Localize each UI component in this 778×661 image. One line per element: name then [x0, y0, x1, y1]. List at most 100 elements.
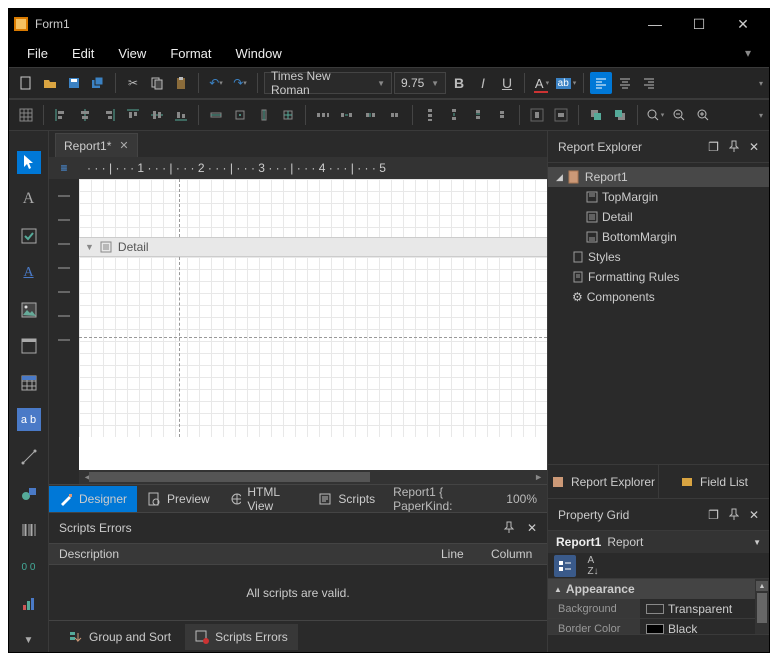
bring-front-icon[interactable] [585, 104, 607, 126]
pin-icon[interactable] [729, 140, 739, 154]
paste-icon[interactable] [170, 72, 192, 94]
ruler-corner-icon[interactable]: ≡ [49, 157, 79, 179]
panel-close-icon[interactable]: ✕ [527, 521, 537, 535]
minimize-button[interactable]: — [633, 10, 677, 38]
col-column[interactable]: Column [491, 547, 547, 561]
checkbox-tool-icon[interactable] [17, 225, 41, 248]
tab-field-list[interactable]: Field List [659, 465, 769, 498]
zoom-btn-icon[interactable]: ▾ [644, 104, 666, 126]
hsp-eq-icon[interactable] [312, 104, 334, 126]
prop-row-bordercolor[interactable]: Border ColorBlack [548, 619, 755, 634]
categorized-icon[interactable] [554, 555, 576, 577]
report-canvas[interactable]: ▼ Detail [79, 179, 547, 470]
line-tool-icon[interactable] [17, 445, 41, 468]
node-rules[interactable]: Formatting Rules [548, 267, 769, 287]
vsp-inc-icon[interactable] [443, 104, 465, 126]
menu-format[interactable]: Format [170, 46, 211, 61]
pin-icon[interactable] [729, 508, 739, 522]
richtext-tool-icon[interactable]: A [17, 261, 41, 284]
property-selector[interactable]: Report1 Report ▼ [548, 531, 769, 553]
align-left-icon[interactable] [590, 72, 612, 94]
center-h-icon[interactable] [526, 104, 548, 126]
pointer-tool-icon[interactable] [17, 151, 41, 174]
align-cv-icon[interactable] [74, 104, 96, 126]
sizeb-icon[interactable] [277, 104, 299, 126]
col-line[interactable]: Line [441, 547, 491, 561]
italic-icon[interactable]: I [472, 72, 494, 94]
align-center-icon[interactable] [614, 72, 636, 94]
saveall-icon[interactable] [87, 72, 109, 94]
vsp-eq-icon[interactable] [419, 104, 441, 126]
toolbar2-overflow-icon[interactable]: ▾ [759, 111, 763, 120]
alphabetical-icon[interactable]: AZ↓ [582, 555, 604, 577]
sizew-icon[interactable] [205, 104, 227, 126]
save-icon[interactable] [63, 72, 85, 94]
picture-tool-icon[interactable] [17, 298, 41, 321]
hsp-rem-icon[interactable] [384, 104, 406, 126]
align-l-icon[interactable] [50, 104, 72, 126]
propgrid-close-icon[interactable]: ✕ [749, 508, 759, 522]
align-r-icon[interactable] [98, 104, 120, 126]
window-mode-icon[interactable]: ❐ [708, 508, 719, 522]
shape-tool-icon[interactable] [17, 482, 41, 505]
menu-file[interactable]: File [27, 46, 48, 61]
detail-band-header[interactable]: ▼ Detail [79, 237, 547, 257]
node-detail[interactable]: Detail [548, 207, 769, 227]
table-tool-icon[interactable] [17, 372, 41, 395]
undo-icon[interactable]: ↶▾ [205, 72, 227, 94]
tab-close-icon[interactable]: ✕ [119, 139, 128, 152]
explorer-close-icon[interactable]: ✕ [749, 140, 759, 154]
node-components[interactable]: ⚙Components [548, 287, 769, 307]
size-combo[interactable]: 9.75▼ [394, 72, 446, 94]
tab-scripts-errors[interactable]: Scripts Errors [185, 624, 298, 650]
chevron-down-icon[interactable]: ▼ [17, 629, 41, 652]
window-mode-icon[interactable]: ❐ [708, 140, 719, 154]
zip-tool-icon[interactable]: 0 0 [17, 556, 41, 579]
tab-report1[interactable]: Report1* ✕ [55, 133, 138, 157]
redo-icon[interactable]: ↷▾ [229, 72, 251, 94]
sizeg-icon[interactable] [229, 104, 251, 126]
chart-tool-icon[interactable] [17, 592, 41, 615]
tab-preview[interactable]: Preview [137, 486, 220, 512]
tab-html[interactable]: HTML View [220, 486, 309, 512]
vsp-dec-icon[interactable] [467, 104, 489, 126]
zoom-out-icon[interactable] [668, 104, 690, 126]
backcolor-icon[interactable]: ab▾ [555, 72, 577, 94]
node-report1[interactable]: ◢Report1 [548, 167, 769, 187]
panel-tool-icon[interactable] [17, 335, 41, 358]
menu-window[interactable]: Window [235, 46, 281, 61]
underline-icon[interactable]: U [496, 72, 518, 94]
bold-icon[interactable]: B [448, 72, 470, 94]
tab-group-sort[interactable]: Group and Sort [59, 624, 181, 650]
char-tool-icon[interactable]: a b [17, 408, 41, 431]
maximize-button[interactable]: ☐ [677, 10, 721, 38]
align-ch-icon[interactable] [146, 104, 168, 126]
new-icon[interactable] [15, 72, 37, 94]
tab-designer[interactable]: Designer [49, 486, 137, 512]
toolbar-overflow-icon[interactable]: ▾ [759, 79, 763, 88]
category-appearance[interactable]: ▲Appearance [548, 579, 755, 599]
tab-report-explorer[interactable]: Report Explorer [548, 465, 659, 498]
center-v-icon[interactable] [550, 104, 572, 126]
propgrid-scrollbar[interactable]: ▲ ▼ [755, 579, 769, 634]
label-tool-icon[interactable]: A [17, 188, 41, 211]
prop-row-background[interactable]: BackgroundTransparent [548, 599, 755, 619]
node-topmargin[interactable]: TopMargin [548, 187, 769, 207]
sizeh-icon[interactable] [253, 104, 275, 126]
hsp-inc-icon[interactable] [336, 104, 358, 126]
send-back-icon[interactable] [609, 104, 631, 126]
barcode-tool-icon[interactable] [17, 519, 41, 542]
font-combo[interactable]: Times New Roman▼ [264, 72, 392, 94]
align-right-icon[interactable] [638, 72, 660, 94]
col-description[interactable]: Description [49, 547, 441, 561]
close-button[interactable]: ✕ [721, 10, 765, 38]
menu-edit[interactable]: Edit [72, 46, 94, 61]
collapse-icon[interactable]: ▼ [85, 242, 94, 252]
grid-icon[interactable] [15, 104, 37, 126]
node-styles[interactable]: Styles [548, 247, 769, 267]
menu-overflow-icon[interactable]: ▾ [745, 46, 751, 60]
tab-scripts[interactable]: Scripts [308, 486, 385, 512]
vsp-rem-icon[interactable] [491, 104, 513, 126]
node-bottommargin[interactable]: BottomMargin [548, 227, 769, 247]
zoom-in-icon[interactable] [692, 104, 714, 126]
